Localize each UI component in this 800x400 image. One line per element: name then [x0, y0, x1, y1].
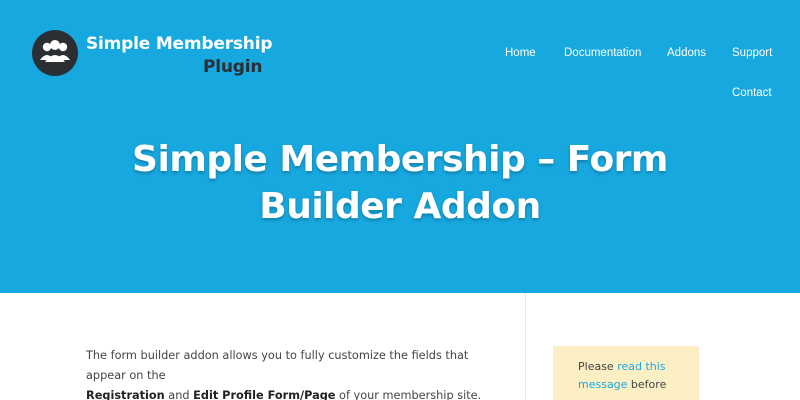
intro-tail: of your membership site.: [335, 389, 482, 400]
intro-text: The form builder addon allows you to ful…: [86, 349, 469, 382]
nav-home[interactable]: Home: [505, 47, 536, 59]
intro-paragraph: The form builder addon allows you to ful…: [86, 346, 506, 400]
intro-connector: and: [164, 389, 194, 400]
nav-addons[interactable]: Addons: [667, 47, 706, 59]
content-sidebar-divider: [525, 293, 526, 400]
brand-name: Simple Membership: [86, 34, 273, 54]
nav-documentation[interactable]: Documentation: [564, 47, 641, 59]
notice-prefix: Please: [578, 360, 618, 373]
brand-subtitle: Plugin: [203, 57, 263, 77]
nav-support[interactable]: Support: [732, 47, 772, 59]
edit-profile-label: Edit Profile Form/Page: [193, 389, 336, 400]
notice-suffix: before: [627, 378, 667, 391]
hero-banner: Simple Membership Plugin Home Documentat…: [0, 0, 800, 293]
sidebar-notice: Please read this message before: [553, 346, 699, 400]
article-body: The form builder addon allows you to ful…: [86, 346, 506, 400]
users-group-icon: [32, 30, 78, 76]
page-title: Simple Membership – Form Builder Addon: [132, 139, 668, 227]
registration-label: Registration: [86, 389, 165, 400]
site-logo[interactable]: Simple Membership Plugin: [32, 30, 272, 80]
nav-contact[interactable]: Contact: [732, 87, 772, 99]
